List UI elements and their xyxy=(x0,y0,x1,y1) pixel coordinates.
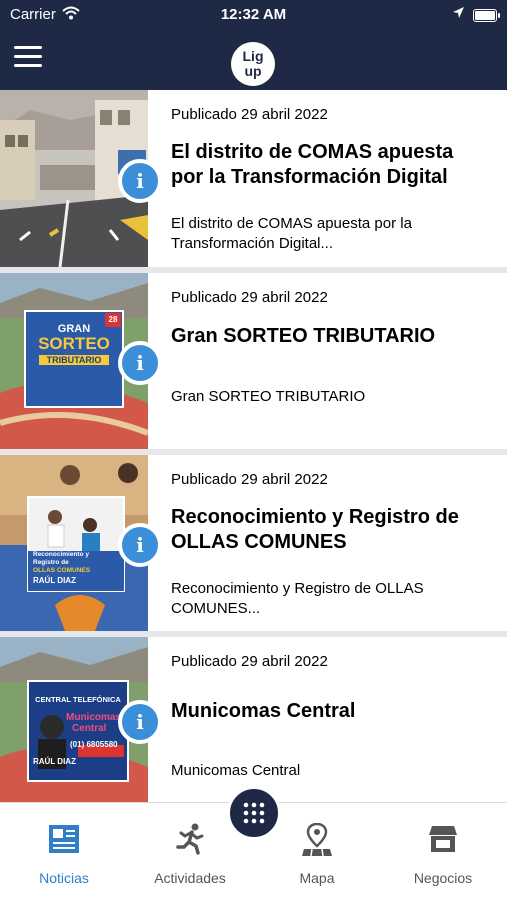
poster-line2: SORTEO xyxy=(38,334,110,353)
news-date: Publicado 29 abril 2022 xyxy=(171,471,328,488)
logo-line2: up xyxy=(244,63,262,79)
tab-label: Noticias xyxy=(39,870,89,886)
apps-grid-button[interactable] xyxy=(227,786,281,840)
news-date: Publicado 29 abril 2022 xyxy=(171,106,328,123)
info-icon[interactable]: i xyxy=(118,523,162,567)
poster-line1: Municomas xyxy=(66,712,122,723)
municomas-poster-text: CENTRAL TELEFÓNICA Municomas Central (01… xyxy=(30,683,126,766)
news-date: Publicado 29 abril 2022 xyxy=(171,289,328,306)
news-title[interactable]: Gran SORTEO TRIBUTARIO xyxy=(171,324,491,349)
location-arrow-icon xyxy=(453,7,464,18)
poster-line3: TRIBUTARIO xyxy=(39,355,109,365)
poster-line1: Reconocimiento y xyxy=(33,551,89,558)
poster-badge: 28 xyxy=(108,315,118,324)
news-feed[interactable]: i Publicado 29 abril 2022 El distrito de… xyxy=(0,90,507,802)
news-card[interactable]: i Publicado 29 abril 2022 El distrito de… xyxy=(0,90,507,267)
tab-negocios[interactable]: Negocios xyxy=(388,803,498,901)
news-card[interactable]: Reconocimiento y Registro de OLLAS COMUN… xyxy=(0,455,507,631)
clock: 12:32 AM xyxy=(220,6,287,23)
poster-name: RAÚL DIAZ xyxy=(33,576,76,585)
poster-name: RAÚL DIAZ xyxy=(33,757,76,766)
newspaper-icon xyxy=(49,825,79,853)
tab-noticias[interactable]: Noticias xyxy=(9,803,119,901)
news-title[interactable]: Municomas Central xyxy=(171,699,491,724)
running-person-icon xyxy=(176,823,204,855)
info-icon[interactable]: i xyxy=(118,700,162,744)
news-title[interactable]: El distrito de COMAS apuesta por la Tran… xyxy=(171,140,491,190)
battery-icon xyxy=(473,9,500,22)
grid-icon xyxy=(243,802,265,824)
logo-line1: Lig xyxy=(242,48,264,64)
news-summary: Municomas Central xyxy=(171,762,301,779)
status-bar: Carrier 12:32 AM xyxy=(0,0,507,30)
sorteo-poster-text: 28 GRAN SORTEO TRIBUTARIO xyxy=(27,313,121,367)
news-card[interactable]: 28 GRAN SORTEO TRIBUTARIO i Publicado 29… xyxy=(0,273,507,449)
hamburger-menu-icon[interactable] xyxy=(14,46,42,70)
info-icon[interactable]: i xyxy=(118,159,162,203)
poster-header: CENTRAL TELEFÓNICA xyxy=(35,695,121,704)
store-icon xyxy=(429,826,457,852)
poster-line3: OLLAS COMUNES xyxy=(33,567,91,574)
tab-label: Negocios xyxy=(413,870,473,886)
map-pin-icon xyxy=(302,823,332,857)
news-summary: Gran SORTEO TRIBUTARIO xyxy=(171,388,366,405)
info-icon[interactable]: i xyxy=(118,341,162,385)
tab-label: Actividades xyxy=(154,870,226,886)
news-title[interactable]: Reconocimiento y Registro de OLLAS COMUN… xyxy=(171,505,491,555)
news-date: Publicado 29 abril 2022 xyxy=(171,653,328,670)
ollas-poster-text: Reconocimiento y Registro de OLLAS COMUN… xyxy=(30,551,122,585)
poster-phone: (01) 6805580 xyxy=(70,740,118,749)
poster-line2: Registro de xyxy=(33,559,69,566)
tab-label: Mapa xyxy=(299,870,335,886)
news-summary: Reconocimiento y Registro de OLLAS COMUN… xyxy=(171,580,424,617)
top-navbar: Lig up xyxy=(0,30,507,90)
news-card[interactable]: CENTRAL TELEFÓNICA Municomas Central (01… xyxy=(0,637,507,802)
app-logo: Lig up xyxy=(231,42,275,86)
news-summary: El distrito de COMAS apuesta por la Tran… xyxy=(171,215,412,252)
